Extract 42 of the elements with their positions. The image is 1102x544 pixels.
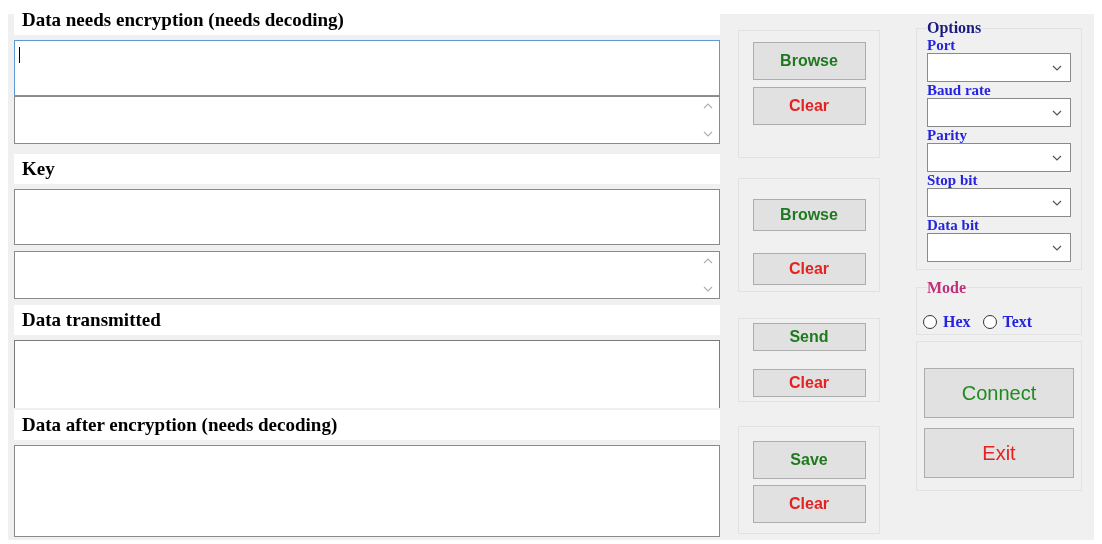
section-label: Data transmitted xyxy=(14,305,720,335)
text-caret xyxy=(19,47,20,63)
text-area[interactable] xyxy=(14,96,720,144)
text-area[interactable] xyxy=(14,251,720,299)
mode-title: Mode xyxy=(927,280,967,296)
input-field[interactable] xyxy=(14,189,720,245)
input-field[interactable] xyxy=(14,40,720,96)
radio-label: Hex xyxy=(943,312,971,332)
action-button[interactable]: Browse xyxy=(752,42,866,80)
action-button[interactable]: Save xyxy=(752,441,866,479)
option-label: Baud rate xyxy=(927,82,992,98)
chevron-down-icon xyxy=(1052,64,1062,71)
option-label: Data bit xyxy=(927,217,981,233)
clear-button[interactable]: Clear xyxy=(752,253,866,285)
scroll-down-icon[interactable] xyxy=(703,131,713,137)
chevron-down-icon xyxy=(1052,109,1062,116)
clear-button[interactable]: Clear xyxy=(752,369,866,397)
scroll-up-icon[interactable] xyxy=(703,258,713,264)
dropdown[interactable] xyxy=(927,53,1071,82)
connect-button[interactable]: Connect xyxy=(924,368,1074,418)
option-label: Port xyxy=(927,37,957,53)
chevron-down-icon xyxy=(1052,244,1062,251)
action-button[interactable]: Send xyxy=(752,323,866,351)
chevron-down-icon xyxy=(1052,154,1062,161)
options-title: Options xyxy=(927,20,982,36)
action-button[interactable]: Browse xyxy=(752,199,866,231)
dropdown[interactable] xyxy=(927,143,1071,172)
dropdown[interactable] xyxy=(927,188,1071,217)
section-label: Data after encryption (needs decoding) xyxy=(14,410,720,440)
dropdown[interactable] xyxy=(927,233,1071,262)
option-label: Parity xyxy=(927,127,968,143)
option-label: Stop bit xyxy=(927,172,979,188)
exit-button[interactable]: Exit xyxy=(924,428,1074,478)
scroll-up-icon[interactable] xyxy=(703,103,713,109)
text-area[interactable] xyxy=(14,445,720,537)
clear-button[interactable]: Clear xyxy=(752,485,866,523)
scroll-down-icon[interactable] xyxy=(703,286,713,292)
dropdown[interactable] xyxy=(927,98,1071,127)
section-label: Key xyxy=(14,154,720,184)
clear-button[interactable]: Clear xyxy=(752,87,866,125)
radio-label: Text xyxy=(1002,312,1033,332)
chevron-down-icon xyxy=(1052,199,1062,206)
